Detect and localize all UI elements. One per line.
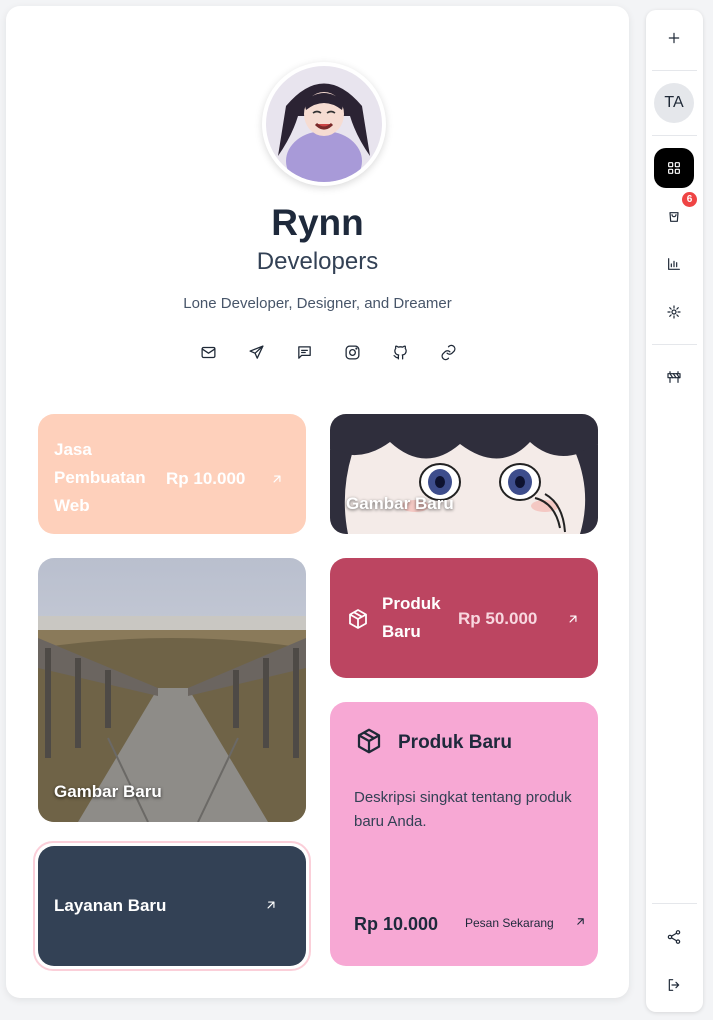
cart-badge: 6 [682, 192, 697, 207]
divider [652, 135, 697, 136]
profile-bio: Lone Developer, Designer, and Dreamer [183, 295, 452, 312]
image-tile-bridge[interactable]: Gambar Baru [38, 558, 306, 822]
product-description: Deskripsi singkat tentang produk baru An… [354, 789, 572, 830]
profile-title: Developers [256, 248, 379, 275]
message-icon[interactable] [280, 340, 328, 364]
product-price: Rp 10.000 [354, 914, 439, 934]
tile-price: Rp 50.000 [458, 609, 538, 628]
link-icon[interactable] [424, 340, 472, 364]
package-icon [354, 726, 384, 761]
bar-chart-icon [668, 258, 680, 270]
tile-price: Rp 10.000 [166, 469, 246, 488]
service-tile-jasa[interactable]: Jasa Pembuatan Web Rp 10.000 [38, 414, 306, 534]
share-button[interactable] [654, 917, 694, 957]
divider [652, 903, 697, 904]
tile-label: Produk Baru [382, 594, 441, 641]
construction-icon [667, 371, 681, 383]
tile-label: Layanan Baru [54, 896, 167, 915]
github-icon[interactable] [376, 340, 424, 364]
arrow-up-right-icon [264, 898, 278, 917]
tile-label: Gambar Baru [54, 782, 162, 801]
profile-card: Rynn Developers Lone Developer, Designer… [6, 6, 629, 998]
add-button[interactable] [654, 18, 694, 58]
analytics-button[interactable] [654, 244, 694, 284]
side-toolbar: TA 6 [646, 10, 703, 1012]
product-heading: Produk Baru [398, 732, 513, 753]
tile-label: Jasa Pembuatan Web [54, 440, 146, 515]
user-avatar-button[interactable]: TA [654, 83, 694, 123]
send-icon[interactable] [232, 340, 280, 364]
arrow-up-right-icon [574, 915, 587, 933]
product-tile-large[interactable]: Produk Baru Deskripsi singkat tentang pr… [330, 702, 598, 966]
shopping-bag-icon [669, 212, 679, 222]
anime-image [330, 414, 598, 534]
divider [652, 70, 697, 71]
social-links [184, 340, 472, 364]
grid-view-button[interactable] [654, 148, 694, 188]
arrow-up-right-icon [270, 472, 284, 491]
avatar [262, 62, 386, 186]
divider [652, 344, 697, 345]
order-now-link[interactable]: Pesan Sekarang [465, 916, 554, 930]
service-tile-layanan[interactable]: Layanan Baru [38, 846, 306, 966]
tile-label: Gambar Baru [346, 494, 454, 513]
gear-icon [667, 305, 681, 319]
arrow-up-right-icon [566, 612, 580, 631]
under-construction-button[interactable] [654, 357, 694, 397]
profile-name: Rynn [271, 202, 364, 243]
grid-icon [668, 162, 680, 174]
product-tile-small[interactable]: Produk Baru Rp 50.000 [330, 558, 598, 678]
settings-button[interactable] [654, 292, 694, 332]
mail-icon[interactable] [184, 340, 232, 364]
share-icon [667, 930, 681, 944]
instagram-icon[interactable] [328, 340, 376, 364]
logout-button[interactable] [654, 965, 694, 1005]
image-tile-anime[interactable]: Gambar Baru [330, 414, 598, 534]
package-icon [346, 607, 370, 636]
logout-icon [668, 979, 680, 991]
plus-icon [668, 32, 680, 44]
